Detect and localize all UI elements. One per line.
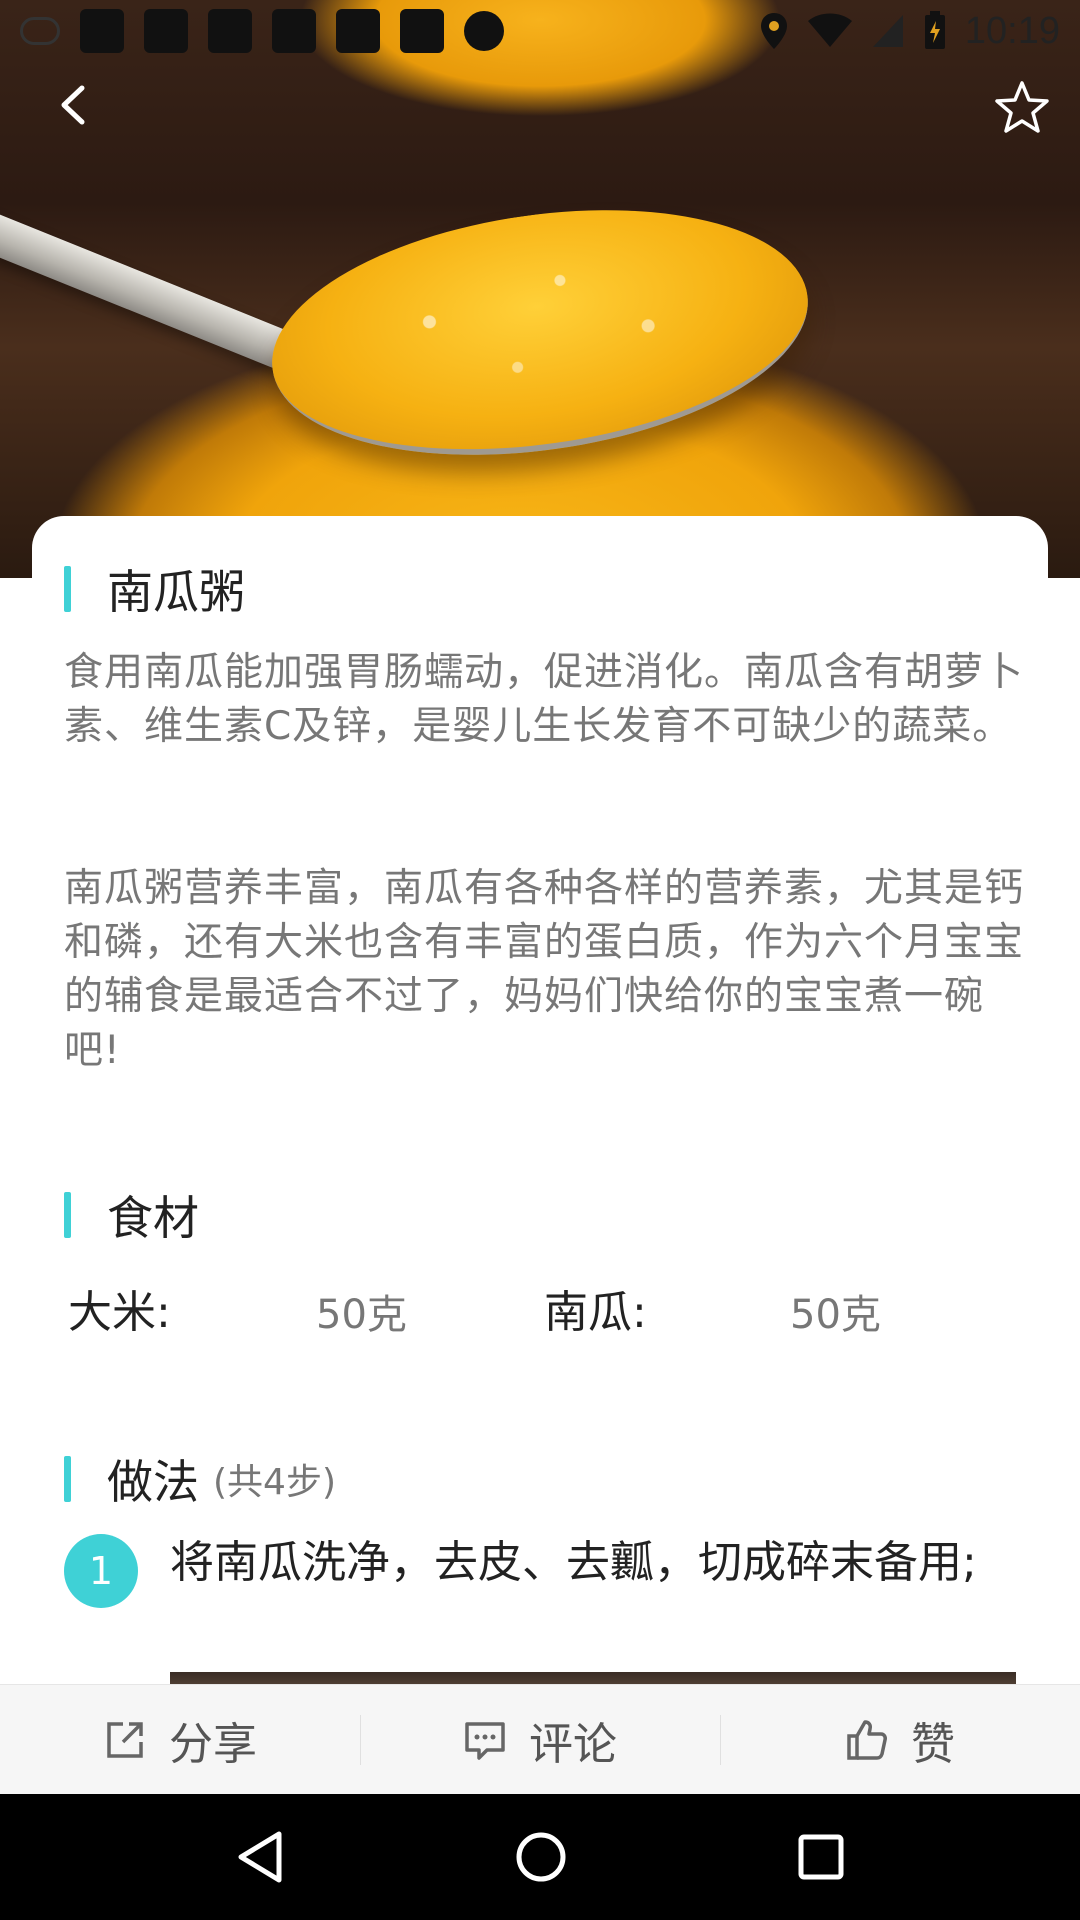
accent-bar: [64, 566, 71, 612]
notification-icon: [208, 9, 252, 53]
status-bar: 10:19: [0, 0, 1080, 62]
back-nav-icon[interactable]: [235, 1830, 285, 1884]
wifi-icon: [807, 13, 852, 47]
signal-icon: [872, 15, 903, 47]
share-label: 分享: [169, 1718, 257, 1770]
spoon-bowl: [256, 178, 824, 487]
ingredient-amount: 50克: [790, 1292, 881, 1338]
recents-nav-icon[interactable]: [797, 1833, 845, 1881]
ingredient-name: 南瓜:: [544, 1287, 647, 1338]
notification-icon: [144, 9, 188, 53]
status-time: 10:19: [964, 9, 1060, 52]
recipe-title: 南瓜粥: [64, 556, 245, 622]
like-label: 赞: [911, 1718, 955, 1770]
favorite-button[interactable]: [992, 78, 1052, 138]
ingredients-list: 大米: 50克 南瓜: 50克: [68, 1276, 1018, 1346]
action-bar: 分享 评论 赞: [0, 1684, 1080, 1794]
chevron-left-icon: [61, 85, 85, 125]
notification-icon: [80, 9, 124, 53]
home-nav-icon[interactable]: [514, 1830, 568, 1884]
notification-icon: [272, 9, 316, 53]
navigation-bar: [0, 1794, 1080, 1920]
notification-dot-icon: [464, 11, 504, 51]
notification-icon: [400, 9, 444, 53]
thumbs-up-icon: [847, 1719, 887, 1760]
step-number-badge: 1: [64, 1534, 138, 1608]
notification-icons: [20, 9, 504, 53]
notification-icon: [336, 9, 380, 53]
ingredients-title-text: 食材: [107, 1191, 199, 1245]
cloud-icon: [20, 17, 60, 45]
like-button[interactable]: 赞: [720, 1685, 1080, 1794]
ingredients-title: 食材: [64, 1182, 199, 1248]
recipe-title-text: 南瓜粥: [107, 565, 245, 619]
accent-bar: [64, 1192, 71, 1238]
comment-icon: [465, 1721, 505, 1760]
share-icon: [107, 1721, 143, 1758]
step-text: 将南瓜洗净，去皮、去瓤，切成碎末备用;: [170, 1537, 977, 1588]
system-status: 10:19: [759, 10, 1060, 53]
comment-button[interactable]: 评论: [360, 1685, 720, 1794]
location-icon: [760, 13, 787, 49]
method-title: 做法 (共4步): [64, 1446, 336, 1512]
ingredient-amount: 50克: [316, 1292, 407, 1338]
ingredient-name: 大米:: [68, 1287, 171, 1338]
star-icon: [995, 81, 1049, 133]
share-button[interactable]: 分享: [0, 1685, 360, 1794]
recipe-description-2: 南瓜粥营养丰富，南瓜有各种各样的营养素，尤其是钙和磷，还有大米也含有丰富的蛋白质…: [64, 866, 1025, 1073]
recipe-description-1: 食用南瓜能加强胃肠蠕动，促进消化。南瓜含有胡萝卜素、维生素C及锌，是婴儿生长发育…: [64, 650, 1025, 749]
back-button[interactable]: [50, 80, 100, 130]
battery-icon: [924, 11, 945, 49]
recipe-hero-image: [0, 0, 1080, 578]
step-count: (共4步): [213, 1462, 336, 1503]
accent-bar: [64, 1456, 71, 1502]
method-title-text: 做法: [107, 1455, 199, 1509]
comment-label: 评论: [529, 1718, 617, 1770]
